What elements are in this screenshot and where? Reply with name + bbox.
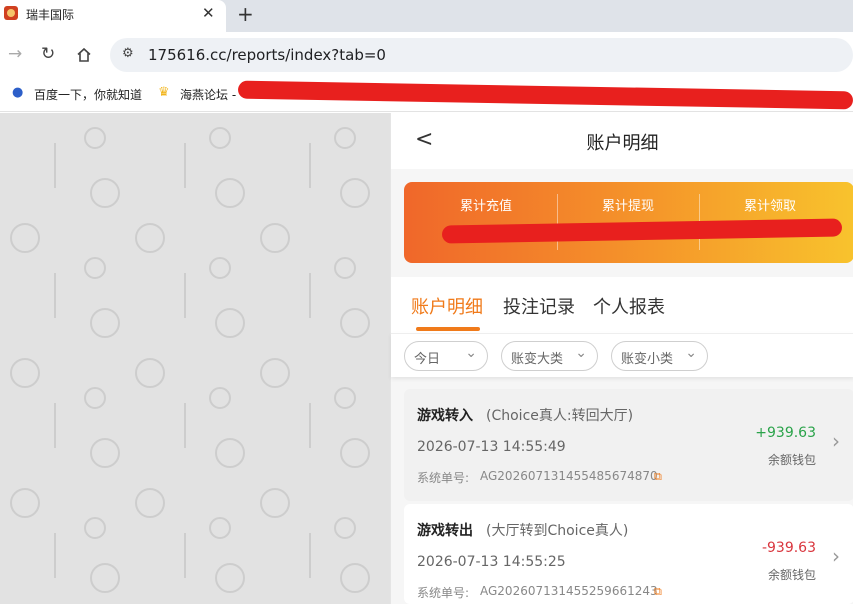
record-description: (Choice真人:转回大厅)	[486, 408, 634, 424]
record-type: 游戏转出	[417, 523, 473, 539]
stat-total-withdraw-label: 累计提现	[601, 199, 654, 214]
chevron-right-icon[interactable]: ›	[832, 544, 840, 568]
summary-card: 累计充值 累计提现 累计领取	[404, 182, 853, 263]
home-icon[interactable]	[76, 47, 92, 63]
browser-tab-strip: 瑞丰国际 ✕ +	[0, 0, 853, 32]
fifa-pattern-icon	[10, 127, 370, 593]
record-type: 游戏转入	[417, 408, 473, 424]
tab-bet-records[interactable]: 投注记录	[503, 293, 575, 319]
list-item[interactable]: 游戏转出 (大厅转到Choice真人) 2026-07-13 14:55:25 …	[404, 504, 853, 604]
change-category-dropdown[interactable]: 账变大类 ⌄	[501, 341, 598, 371]
redaction-mark	[237, 80, 853, 110]
tab-account-details[interactable]: 账户明细	[411, 293, 483, 319]
tab-title: 瑞丰国际	[26, 8, 75, 22]
browser-toolbar: → ↻ ⚙ 175616.cc/reports/index?tab=0	[0, 32, 853, 78]
address-url: 175616.cc/reports/index?tab=0	[148, 46, 386, 64]
bookmarks-bar: ● 百度一下，你就知道 ♛ 海燕论坛 -	[0, 78, 853, 112]
record-amount: -939.63	[761, 540, 816, 556]
forward-arrow-icon[interactable]: →	[8, 44, 22, 64]
trophy-icon: ♛	[158, 85, 170, 100]
redaction-mark	[441, 218, 843, 244]
filter-bar: 今日 ⌄ 账变大类 ⌄ 账变小类 ⌄	[391, 333, 853, 377]
copy-icon[interactable]: ⧉	[654, 585, 662, 599]
copy-icon[interactable]: ⧉	[654, 470, 662, 484]
record-wallet: 余额钱包	[767, 453, 816, 467]
baidu-paw-icon: ●	[12, 85, 24, 100]
change-category-value: 账变大类	[511, 352, 564, 367]
browser-tab[interactable]: 瑞丰国际 ✕	[0, 0, 226, 32]
background-pattern	[0, 113, 390, 604]
chevron-down-icon: ⌄	[685, 345, 697, 361]
site-favicon-icon	[4, 6, 18, 20]
change-subcategory-dropdown[interactable]: 账变小类 ⌄	[611, 341, 708, 371]
chevron-down-icon: ⌄	[465, 345, 477, 361]
record-time: 2026-07-13 14:55:25	[417, 554, 566, 570]
bookmark-haiyan[interactable]: 海燕论坛 -	[180, 86, 236, 103]
date-filter-dropdown[interactable]: 今日 ⌄	[404, 341, 488, 371]
record-tabs: 账户明细 投注记录 个人报表	[391, 277, 853, 333]
record-order-number: AG20260713145525966124​3	[480, 584, 658, 598]
site-info-icon[interactable]: ⚙	[122, 46, 134, 61]
record-time: 2026-07-13 14:55:49	[417, 439, 566, 455]
stat-total-deposit-label: 累计充值	[459, 199, 512, 214]
chevron-down-icon: ⌄	[575, 345, 587, 361]
bookmark-baidu[interactable]: 百度一下，你就知道	[34, 86, 142, 103]
record-order-number: AG20260713145548567487​0	[480, 469, 658, 483]
record-amount: +939.63	[755, 425, 816, 441]
record-order-label: 系统单号:	[417, 471, 470, 485]
chevron-right-icon[interactable]: ›	[832, 429, 840, 453]
close-tab-icon[interactable]: ✕	[202, 4, 215, 22]
date-filter-value: 今日	[414, 352, 441, 367]
account-details-panel: < 账户明细 累计充值 累计提现 累计领取 账户明细 投注记录 个人报表 今日 …	[390, 113, 853, 604]
record-wallet: 余额钱包	[767, 568, 816, 582]
stat-total-claim-label: 累计领取	[743, 199, 796, 214]
change-subcategory-value: 账变小类	[621, 352, 674, 367]
list-item[interactable]: 游戏转入 (Choice真人:转回大厅) 2026-07-13 14:55:49…	[404, 389, 853, 501]
active-tab-indicator	[416, 327, 480, 331]
page-header: < 账户明细	[391, 113, 853, 169]
page-title: 账户明细	[586, 133, 659, 154]
new-tab-icon[interactable]: +	[237, 2, 254, 26]
address-bar[interactable]: ⚙ 175616.cc/reports/index?tab=0	[110, 38, 853, 72]
reload-icon[interactable]: ↻	[41, 44, 55, 64]
record-description: (大厅转到Choice真人)	[486, 523, 629, 539]
record-order-label: 系统单号:	[417, 586, 470, 600]
tab-personal-report[interactable]: 个人报表	[593, 293, 665, 319]
